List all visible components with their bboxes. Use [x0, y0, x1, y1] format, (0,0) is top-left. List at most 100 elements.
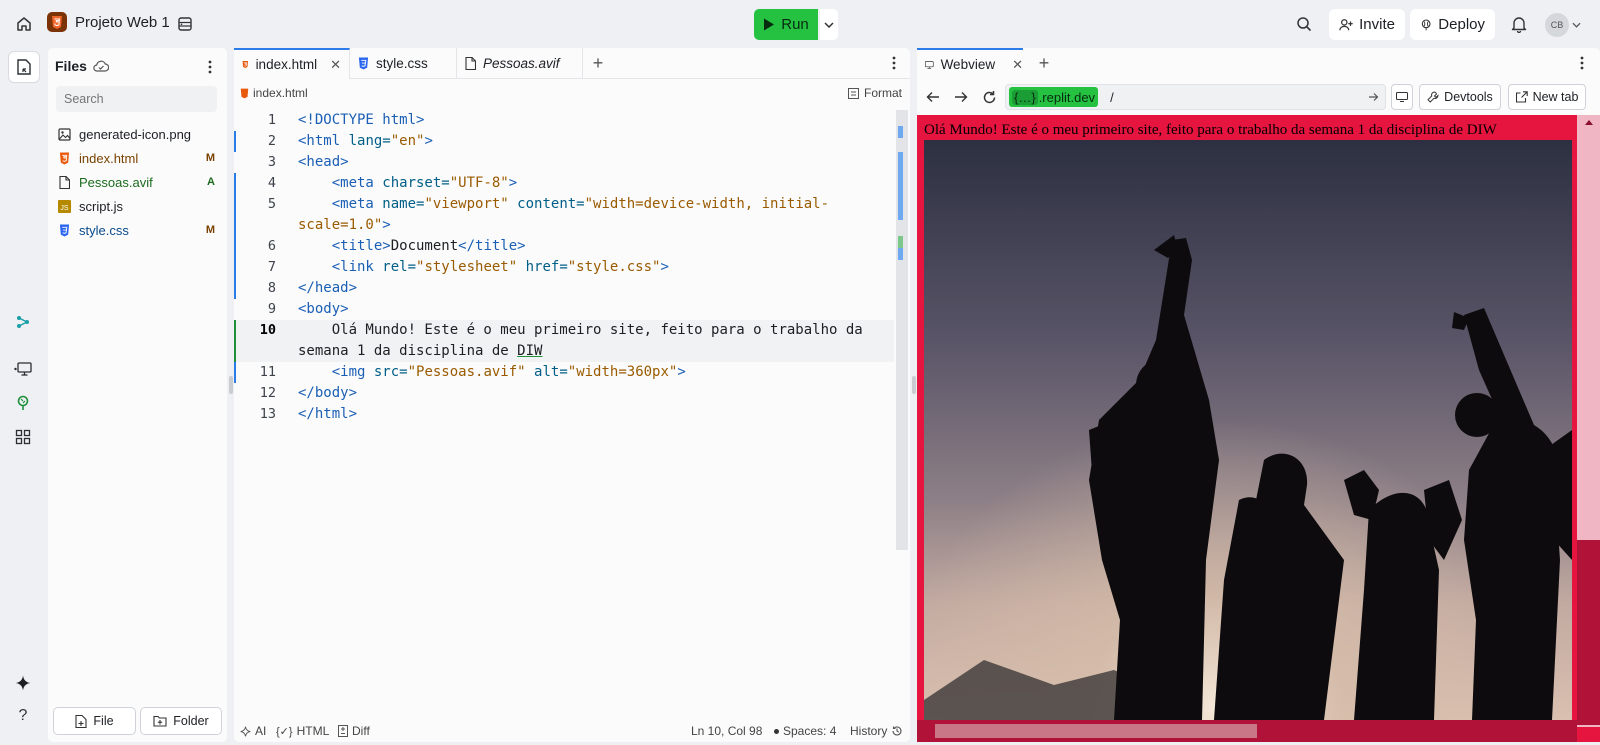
new-folder-label: Folder — [173, 714, 209, 728]
line-number: 11 — [259, 364, 276, 380]
tab-index-html[interactable]: index.html ✕ — [234, 48, 350, 79]
go-arrow-icon[interactable] — [1368, 92, 1379, 102]
file-name: script.js — [79, 198, 124, 214]
project-switcher[interactable]: Projeto Web 1 — [47, 12, 170, 32]
url-host[interactable]: {…} .replit.dev — [1009, 87, 1099, 107]
cursor-position-label: Ln 10, Col 98 — [691, 724, 763, 738]
apps-grid-icon[interactable] — [8, 422, 38, 452]
code-token: lang= — [340, 133, 391, 149]
close-icon[interactable]: ✕ — [330, 57, 341, 73]
code-token: src= — [365, 364, 408, 380]
ai-sparkle-icon[interactable] — [8, 668, 38, 698]
files-header: Files — [55, 58, 109, 74]
vertical-scroll-thumb[interactable] — [1577, 540, 1600, 725]
add-tab-icon[interactable]: + — [1029, 48, 1059, 79]
language-status[interactable]: {✓} HTML — [276, 724, 329, 738]
code-line: 1 <!DOCTYPE html> — [234, 110, 894, 131]
code-token: Document — [390, 238, 459, 254]
resize-handle[interactable] — [912, 376, 916, 394]
code-line: 13 </html> — [234, 404, 894, 425]
line-number: 3 — [267, 154, 276, 170]
url-path[interactable]: / — [1110, 90, 1114, 105]
cursor-position[interactable]: Ln 10, Col 98 — [691, 724, 762, 738]
format-button[interactable]: Format — [847, 86, 902, 100]
project-name: Projeto Web 1 — [75, 13, 170, 31]
code-token: <body> — [298, 301, 349, 317]
forward-arrow-icon[interactable] — [949, 85, 973, 109]
file-item[interactable]: Pessoas.avif A — [48, 170, 227, 194]
webview-menu-icon[interactable] — [1572, 53, 1592, 73]
css3-icon — [58, 223, 71, 237]
help-icon[interactable]: ? — [8, 701, 38, 731]
files-pane-icon[interactable] — [8, 51, 40, 83]
account-menu[interactable]: CB — [1545, 13, 1581, 37]
code-token: "stylesheet" — [416, 259, 518, 275]
files-menu-icon[interactable] — [199, 56, 221, 78]
code-token: </html> — [298, 406, 358, 422]
add-tab-icon[interactable]: + — [583, 48, 613, 79]
back-arrow-icon[interactable] — [921, 85, 945, 109]
home-icon[interactable] — [9, 9, 39, 39]
code-line: 12 </body> — [234, 383, 894, 404]
run-control: Run — [754, 9, 838, 40]
tab-label: Webview — [940, 57, 996, 72]
resize-handle[interactable] — [229, 376, 233, 394]
ai-status[interactable]: AI — [240, 724, 266, 738]
invite-label: Invite — [1359, 16, 1395, 33]
search-icon[interactable] — [1289, 9, 1319, 39]
breadcrumb: index.html — [240, 86, 308, 100]
html5-icon — [240, 88, 249, 98]
file-item[interactable]: JS script.js — [48, 194, 227, 218]
history-button[interactable]: History — [850, 724, 903, 738]
agent-icon[interactable] — [8, 307, 38, 337]
tab-style-css[interactable]: style.css — [350, 48, 457, 79]
html5-icon — [58, 151, 71, 165]
close-icon[interactable]: ✕ — [1012, 57, 1023, 73]
run-button[interactable]: Run — [754, 9, 818, 40]
spaces-label: Spaces: 4 — [783, 724, 837, 738]
code-token: "viewport" — [424, 196, 509, 212]
new-tab-button[interactable]: New tab — [1508, 84, 1586, 110]
webview-content[interactable]: Olá Mundo! Este é o meu primeiro site, f… — [917, 115, 1600, 742]
webview-pane-icon[interactable] — [8, 354, 38, 384]
new-folder-button[interactable]: Folder — [140, 707, 222, 735]
code-token: </body> — [298, 385, 358, 401]
deploy-button[interactable]: Deploy — [1410, 9, 1495, 40]
file-item[interactable]: generated-icon.png — [48, 122, 227, 146]
new-file-label: File — [93, 714, 114, 728]
devtools-button[interactable]: Devtools — [1419, 84, 1501, 110]
history-label: History — [850, 724, 888, 738]
tab-webview[interactable]: Webview ✕ — [917, 48, 1023, 79]
indentation-status[interactable]: Spaces: 4 — [774, 724, 836, 738]
tab-pessoas-avif[interactable]: Pessoas.avif — [457, 48, 583, 79]
code-editor[interactable]: 1 <!DOCTYPE html> 2 <html lang="en"> 3 <hea… — [234, 110, 894, 425]
editor-menu-icon[interactable] — [884, 53, 904, 73]
file-item[interactable]: index.html M — [48, 146, 227, 170]
git-tree-icon[interactable] — [8, 388, 38, 418]
bell-icon[interactable] — [1504, 9, 1534, 39]
device-toggle-button[interactable] — [1391, 84, 1413, 110]
url-host-text: .replit.dev — [1038, 89, 1096, 105]
language-label: HTML — [296, 724, 330, 738]
code-token: > — [382, 217, 391, 233]
code-token: charset= — [373, 175, 450, 191]
scroll-up-icon[interactable] — [1577, 115, 1600, 129]
run-options-button[interactable] — [820, 9, 838, 40]
url-bar[interactable]: {…} .replit.dev / — [1005, 84, 1386, 110]
file-item[interactable]: style.css M — [48, 218, 227, 242]
invite-button[interactable]: Invite — [1329, 9, 1405, 40]
code-token: > — [660, 259, 669, 275]
database-icon[interactable] — [170, 9, 200, 39]
change-marker — [898, 236, 903, 248]
horizontal-scroll-thumb[interactable] — [935, 724, 1257, 738]
reload-icon[interactable] — [977, 85, 1001, 109]
code-token: "en" — [390, 133, 425, 149]
html5-icon — [242, 60, 249, 69]
new-file-button[interactable]: File — [53, 707, 136, 735]
play-icon — [764, 18, 775, 31]
status-bar: AI {✓} HTML Diff Ln 10, Col 98 Spaces: 4… — [234, 720, 910, 742]
breadcrumb-file[interactable]: index.html — [253, 86, 308, 100]
files-search-input[interactable] — [56, 86, 217, 112]
file-icon — [58, 175, 71, 189]
diff-status[interactable]: Diff — [338, 724, 370, 738]
